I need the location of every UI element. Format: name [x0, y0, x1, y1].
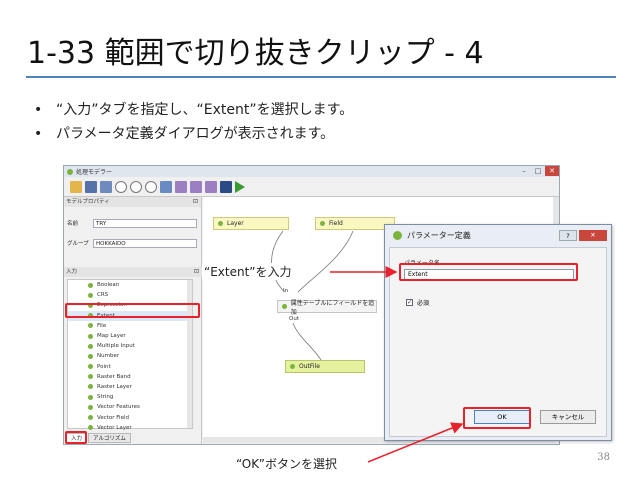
page-number: 38	[597, 452, 610, 463]
annotation-arrows	[330, 266, 464, 463]
